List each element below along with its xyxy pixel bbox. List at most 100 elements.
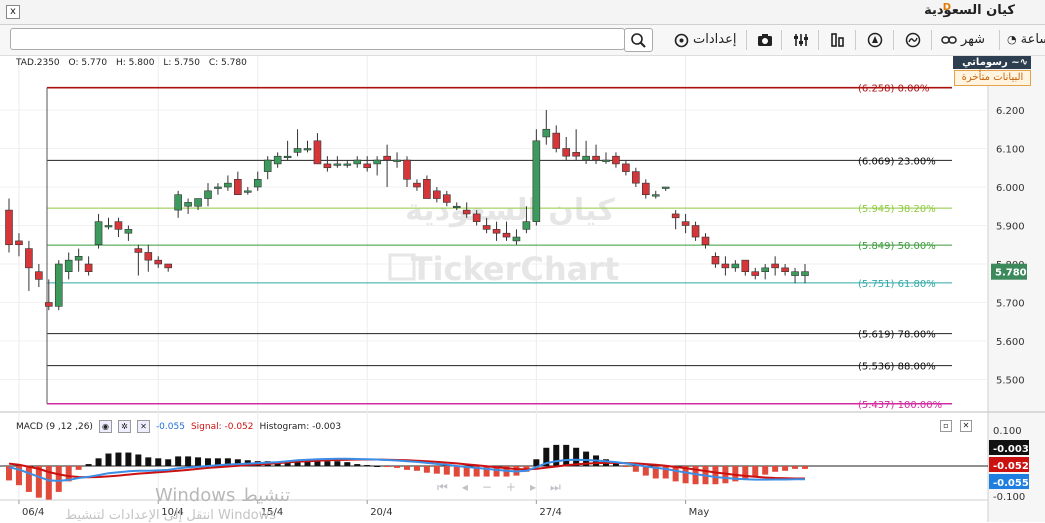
eye-icon[interactable]: ◉ <box>98 420 112 433</box>
candle-body <box>472 213 481 222</box>
toolbar-separator <box>999 30 1000 50</box>
candle-body <box>622 163 630 172</box>
time-axis-label: 20/4 <box>370 507 392 518</box>
price-chart[interactable]: كيان السعوديةTickerChart(6.258) 0.00%(6.… <box>0 56 1045 522</box>
macd-histogram-bar <box>792 466 799 469</box>
candle-body <box>323 163 332 169</box>
zoom-out-icon[interactable]: − <box>482 480 492 495</box>
macd-histogram-bar <box>354 464 361 466</box>
candle-body <box>343 163 352 166</box>
candle-body <box>234 179 242 196</box>
nav-prev-icon[interactable]: ◂ <box>462 480 468 495</box>
open-value: O: 5.770 <box>68 58 108 68</box>
macd-histogram-bar <box>165 459 172 466</box>
candle-body <box>393 159 401 162</box>
candle-body <box>194 198 202 207</box>
macd-histogram-bar <box>384 466 391 467</box>
bar-chart-icon <box>831 33 844 47</box>
time-axis-label: 27/4 <box>539 507 561 518</box>
candle-body <box>582 155 590 161</box>
indicator-button[interactable] <box>905 28 921 52</box>
candle-body <box>333 163 342 166</box>
close-value: C: 5.780 <box>208 58 247 68</box>
macd-histogram-bar <box>85 464 92 466</box>
settings-button[interactable]: إعدادات <box>674 28 736 52</box>
macd-histogram-bar <box>324 461 331 466</box>
macd-histogram-bar <box>483 466 490 477</box>
macd-histogram-bar <box>712 466 719 485</box>
windows-activation-title: Windows تنشيط <box>155 485 291 506</box>
signal-value: Signal: -0.052 <box>190 421 254 432</box>
macd-axis-label: -0.003 <box>993 444 1029 455</box>
candle-body <box>602 159 610 162</box>
candle-body <box>383 155 391 161</box>
macd-histogram-bar <box>423 466 430 473</box>
macd-histogram-bar <box>374 466 381 467</box>
candle-body <box>562 148 571 157</box>
toolbar: إعدادات شهر ساعة ◔ <box>0 25 1045 56</box>
macd-histogram-bar <box>55 466 62 492</box>
candle-body <box>701 236 710 246</box>
chart-type-button[interactable] <box>830 28 846 52</box>
compass-icon <box>867 32 883 48</box>
close-icon[interactable]: x <box>6 5 20 19</box>
macd-histogram-bar <box>413 466 420 471</box>
toolbar-separator <box>855 30 856 50</box>
candle-body <box>413 182 421 188</box>
window-title: كيان السعودية <box>924 3 1015 18</box>
candle-body <box>54 263 63 307</box>
close-icon[interactable]: ✕ <box>136 420 150 433</box>
candle-body <box>761 267 770 273</box>
macd-histogram-bar <box>762 466 769 475</box>
macd-histogram-bar <box>105 453 112 466</box>
macd-histogram-bar <box>334 461 341 466</box>
macd-histogram-bar <box>672 466 679 482</box>
maximize-pane-icon[interactable]: ▫ <box>940 420 952 432</box>
macd-histogram-bar <box>125 452 132 466</box>
interval-hour-button[interactable]: ساعة ◔ <box>1007 28 1045 52</box>
close-pane-icon[interactable]: ✕ <box>960 420 972 432</box>
candle-body <box>801 271 809 276</box>
toolbar-separator <box>781 30 782 50</box>
candle-body <box>303 148 312 151</box>
period-month-button[interactable]: شهر <box>941 28 985 52</box>
candle-body <box>671 213 680 219</box>
price-axis-label: 5.500 <box>996 376 1025 387</box>
toolbar-separator <box>893 30 894 50</box>
search-button[interactable] <box>624 28 653 52</box>
symbol-search-input[interactable] <box>10 28 625 50</box>
macd-histogram-bar <box>155 458 162 466</box>
camera-button[interactable] <box>757 28 773 52</box>
fib-level-label: (6.069) 23.00% <box>858 156 936 167</box>
zoom-in-icon[interactable]: + <box>506 480 516 495</box>
candle-body <box>214 186 222 189</box>
gear-icon[interactable]: ✲ <box>117 420 131 433</box>
timeframe-badge: D <box>942 2 951 13</box>
tools-button[interactable] <box>793 28 809 52</box>
candle-body <box>433 190 441 199</box>
compass-button[interactable] <box>867 28 883 52</box>
nav-last-icon[interactable]: ⏭ <box>550 480 561 495</box>
nav-first-icon[interactable]: ⏮ <box>437 480 448 495</box>
candle-body <box>94 221 103 246</box>
symbol-code: TAD.2350 <box>16 58 60 68</box>
fib-level-label: (5.751) 61.80% <box>858 279 936 290</box>
chart-navigation: ⏮ ◂ − + ▸ ⏭ <box>437 480 561 495</box>
price-axis-label: 6.000 <box>996 183 1025 194</box>
gauge-icon <box>905 32 921 48</box>
my-drawings-button[interactable]: رسوماتي ~∿ <box>953 56 1031 69</box>
candle-body <box>144 252 153 261</box>
candle-body <box>114 221 123 230</box>
macd-histogram-bar <box>533 459 540 466</box>
candle-body <box>253 179 262 188</box>
macd-histogram-bar <box>802 466 808 469</box>
fib-level-label: (5.849) 50.00% <box>858 241 936 252</box>
camera-icon <box>758 34 772 46</box>
ohlc-readout: TAD.2350 O: 5.770 H: 5.800 L: 5.750 C: 5… <box>16 58 253 68</box>
time-axis-label: May <box>689 507 710 518</box>
candle-body <box>64 259 73 272</box>
macd-axis-label: 0.100 <box>993 426 1022 437</box>
candle-body <box>482 225 491 230</box>
nav-next-icon[interactable]: ▸ <box>530 480 536 495</box>
interval-hour-label: ساعة <box>1020 32 1045 47</box>
